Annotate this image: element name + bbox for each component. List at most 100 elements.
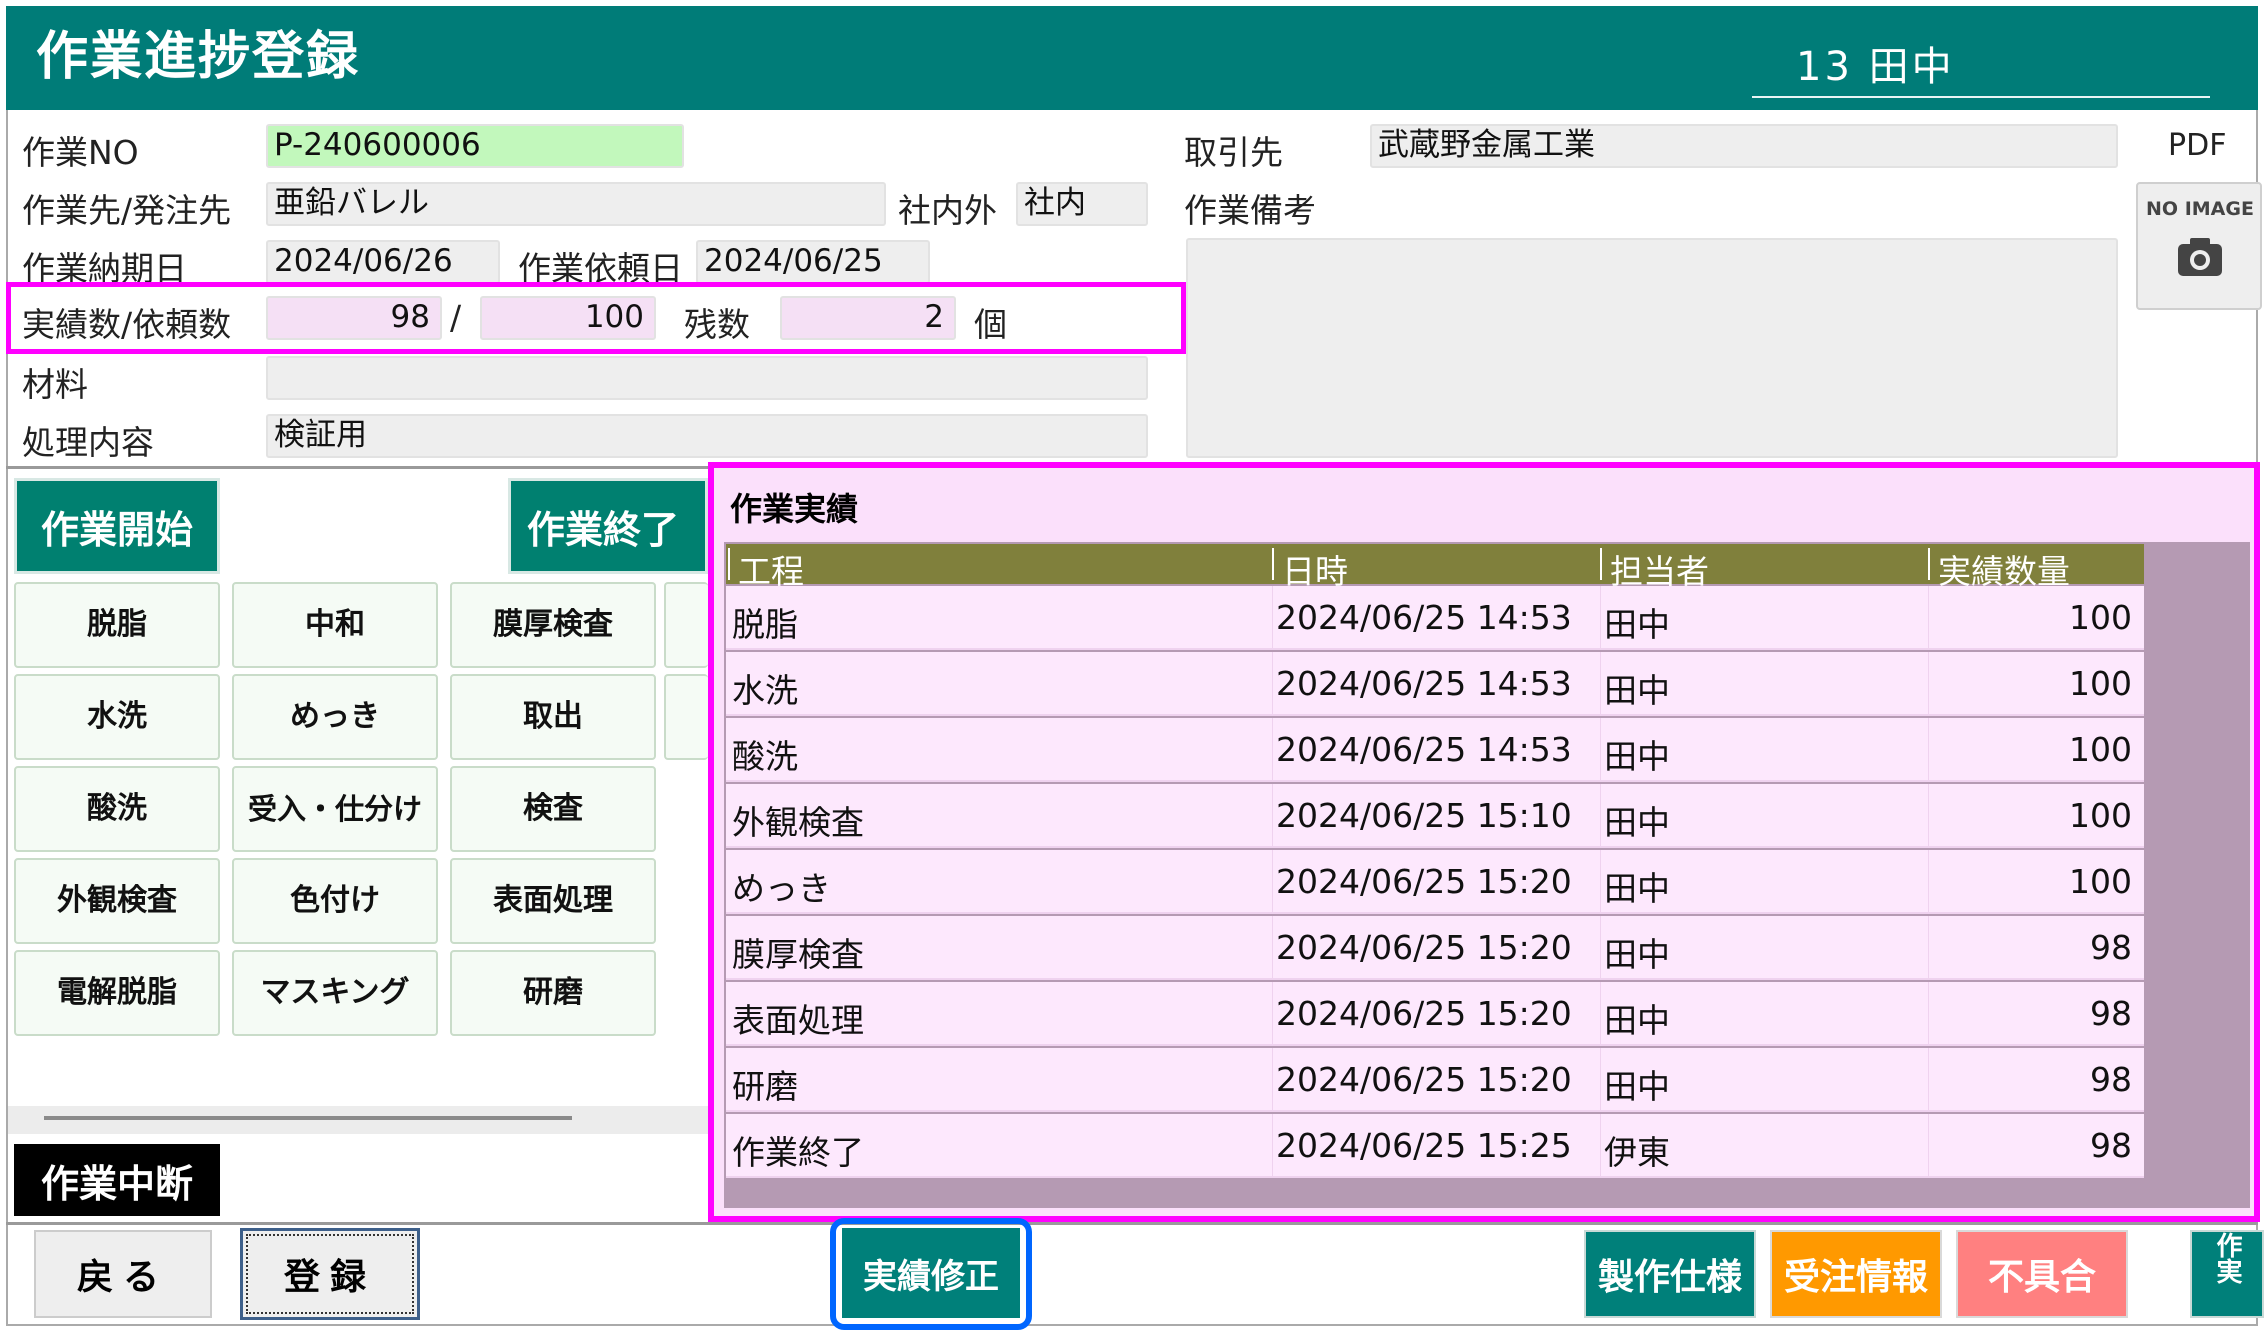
cell-datetime: 2024/06/25 15:20: [1276, 1060, 1572, 1099]
process-button-inspect[interactable]: 検査: [450, 766, 656, 852]
cell-separator: [1272, 1048, 1273, 1112]
inout-field[interactable]: 社内: [1016, 182, 1148, 226]
register-button[interactable]: 登録: [240, 1228, 420, 1320]
process-button-receive-sort[interactable]: 受入・仕分け: [232, 766, 438, 852]
process-button-takeout[interactable]: 取出: [450, 674, 656, 760]
scrollbar-thumb[interactable]: [44, 1116, 572, 1120]
inout-label: 社内外: [898, 191, 997, 230]
material-label: 材料: [22, 365, 88, 404]
cell-separator: [1600, 718, 1601, 782]
cut-off-button[interactable]: 作実: [2190, 1230, 2264, 1318]
client-field[interactable]: 武蔵野金属工業: [1370, 124, 2118, 168]
defect-button[interactable]: 不具合: [1956, 1230, 2128, 1318]
dest-label: 作業先/発注先: [22, 191, 232, 230]
work-no-field[interactable]: P-240600006: [266, 124, 684, 168]
cell-separator: [1928, 1048, 1929, 1112]
scroll-track[interactable]: [8, 1106, 708, 1134]
process-button-film-inspect[interactable]: 膜厚検査: [450, 582, 656, 668]
cell-qty: 100: [2069, 664, 2132, 703]
cell-separator: [1600, 586, 1601, 650]
cell-separator: [1272, 652, 1273, 716]
process-button-hidden-2[interactable]: [664, 674, 708, 760]
cell-datetime: 2024/06/25 15:20: [1276, 862, 1572, 901]
notes-field[interactable]: [1186, 238, 2118, 458]
col-separator: [1272, 548, 1274, 580]
cell-datetime: 2024/06/25 14:53: [1276, 664, 1572, 703]
due-date-field[interactable]: 2024/06/26: [266, 240, 500, 284]
cell-separator: [1272, 1114, 1273, 1178]
spec-button[interactable]: 製作仕様: [1584, 1230, 1756, 1318]
order-info-button[interactable]: 受注情報: [1770, 1230, 1942, 1318]
cell-separator: [1928, 784, 1929, 848]
cell-datetime: 2024/06/25 15:25: [1276, 1126, 1572, 1165]
client-label: 取引先: [1184, 133, 1283, 172]
cell-datetime: 2024/06/25 14:53: [1276, 598, 1572, 637]
cell-process: 膜厚検査: [732, 935, 864, 974]
cell-separator: [1272, 586, 1273, 650]
cell-separator: [1928, 718, 1929, 782]
user-name: 13 田中: [1796, 44, 1955, 90]
cell-separator: [1600, 652, 1601, 716]
footer-divider: [6, 1222, 2258, 1225]
request-date-field[interactable]: 2024/06/25: [696, 240, 930, 284]
pdf-label[interactable]: PDF: [2168, 128, 2226, 163]
fix-results-button[interactable]: 実績修正: [842, 1228, 1020, 1318]
requested-qty-field[interactable]: 100: [480, 296, 656, 340]
process-button-surface-treat[interactable]: 表面処理: [450, 858, 656, 944]
remaining-field[interactable]: 2: [780, 296, 956, 340]
cell-separator: [1272, 784, 1273, 848]
cell-separator: [1272, 982, 1273, 1046]
process-button-visual-inspect[interactable]: 外観検査: [14, 858, 220, 944]
cell-process: 作業終了: [732, 1133, 864, 1172]
process-button-hidden-1[interactable]: [664, 582, 708, 668]
cell-staff: 田中: [1604, 1001, 1670, 1040]
process-button-electro-degrease[interactable]: 電解脱脂: [14, 950, 220, 1036]
cell-process: めっき: [732, 869, 831, 908]
cell-separator: [1600, 1114, 1601, 1178]
dest-field[interactable]: 亜鉛バレル: [266, 182, 886, 226]
process-button-polish[interactable]: 研磨: [450, 950, 656, 1036]
process-button-masking[interactable]: マスキング: [232, 950, 438, 1036]
process-button-acid-wash[interactable]: 酸洗: [14, 766, 220, 852]
cell-qty: 100: [2069, 862, 2132, 901]
camera-icon: [2176, 232, 2224, 280]
cell-process: 表面処理: [732, 1001, 864, 1040]
qty-slash: /: [450, 298, 462, 337]
cell-staff: 田中: [1604, 737, 1670, 776]
start-work-button[interactable]: 作業開始: [14, 478, 220, 574]
cell-separator: [1600, 784, 1601, 848]
no-image-text: NO IMAGE: [2146, 198, 2254, 220]
unit-label: 個: [974, 305, 1007, 344]
cell-process: 酸洗: [732, 737, 798, 776]
cell-staff: 田中: [1604, 869, 1670, 908]
end-work-button[interactable]: 作業終了: [508, 478, 708, 574]
cell-process: 水洗: [732, 671, 798, 710]
col-separator: [728, 548, 730, 580]
interrupt-button[interactable]: 作業中断: [14, 1144, 220, 1216]
notes-label: 作業備考: [1184, 191, 1316, 230]
material-field[interactable]: [266, 356, 1148, 400]
page-title: 作業進捗登録: [36, 27, 361, 87]
back-button[interactable]: 戻る: [34, 1230, 212, 1318]
section-divider: [6, 466, 708, 469]
process-button-coloring[interactable]: 色付け: [232, 858, 438, 944]
cell-separator: [1928, 850, 1929, 914]
cell-datetime: 2024/06/25 15:10: [1276, 796, 1572, 835]
cell-separator: [1928, 1114, 1929, 1178]
quantity-label: 実績数/依頼数: [22, 305, 232, 344]
cell-qty: 100: [2069, 730, 2132, 769]
cell-staff: 田中: [1604, 803, 1670, 842]
actual-qty-field[interactable]: 98: [266, 296, 442, 340]
cell-separator: [1600, 850, 1601, 914]
process-content-field[interactable]: 検証用: [266, 414, 1148, 458]
process-button-degrease[interactable]: 脱脂: [14, 582, 220, 668]
process-content-label: 処理内容: [22, 423, 154, 462]
cell-process: 研磨: [732, 1067, 798, 1106]
user-underline: [1752, 96, 2210, 98]
process-button-neutralize[interactable]: 中和: [232, 582, 438, 668]
process-button-water-wash[interactable]: 水洗: [14, 674, 220, 760]
cell-qty: 98: [2090, 1060, 2132, 1099]
cell-qty: 98: [2090, 928, 2132, 967]
process-button-plating[interactable]: めっき: [232, 674, 438, 760]
cell-staff: 田中: [1604, 935, 1670, 974]
